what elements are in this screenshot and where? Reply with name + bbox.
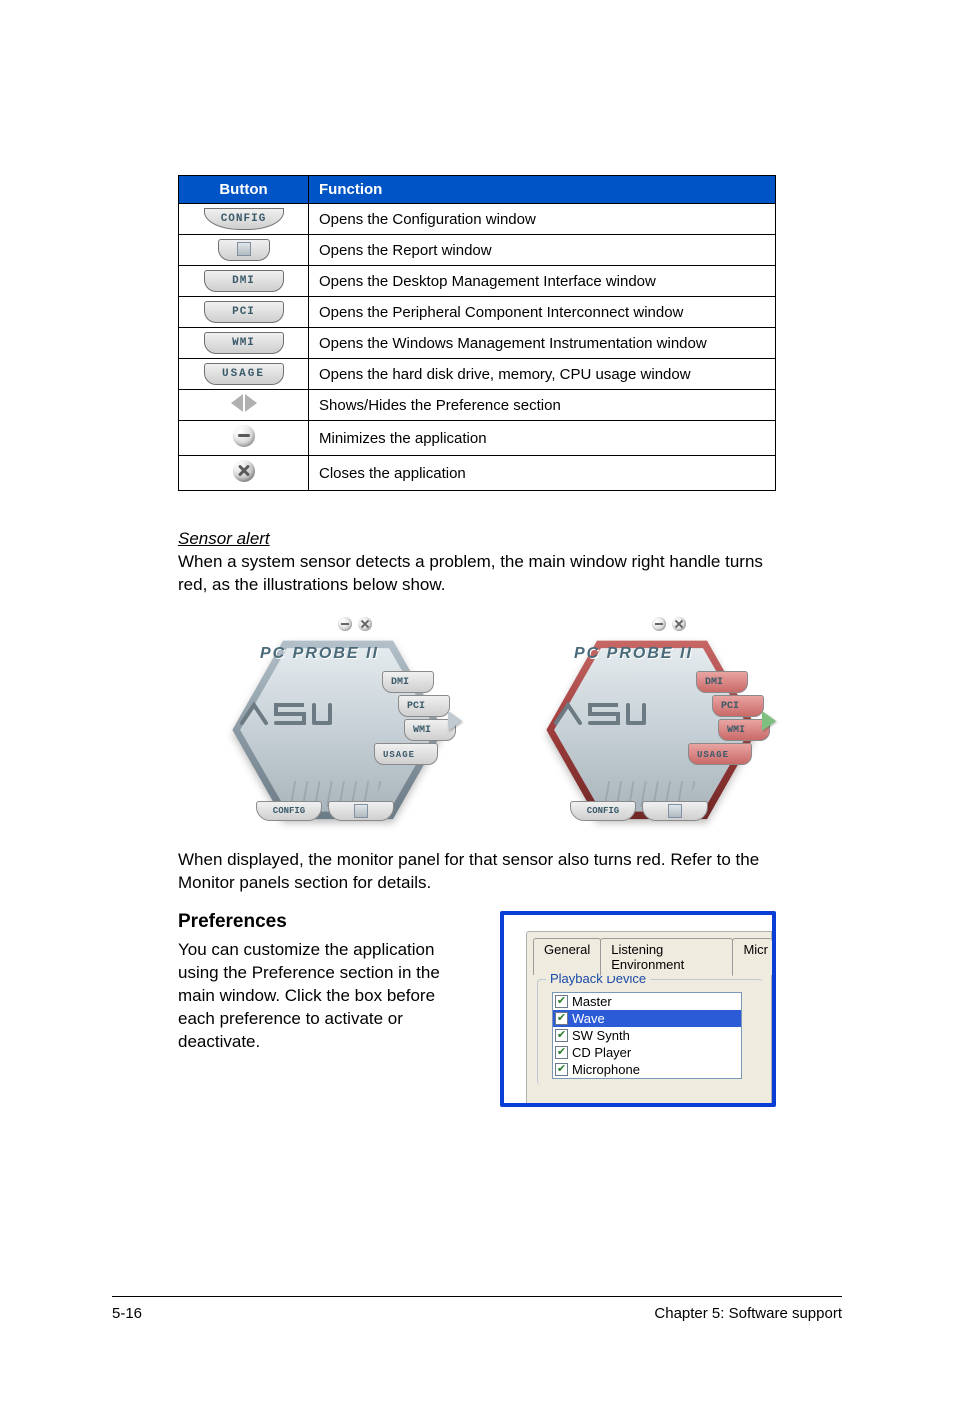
table-row: Closes the application xyxy=(179,456,776,491)
close-icon xyxy=(233,460,255,482)
desc: Opens the hard disk drive, memory, CPU u… xyxy=(309,359,776,390)
item-label: Wave xyxy=(572,1011,605,1026)
dmi-tab: DMI xyxy=(696,671,748,693)
triangle-left-icon xyxy=(231,394,243,412)
playback-device-group: Playback Device ✔ Master ✔ Wave ✔ SW Syn xyxy=(537,979,763,1085)
minimize-icon xyxy=(652,617,666,631)
sensor-alert-text: When a system sensor detects a problem, … xyxy=(178,551,776,597)
desc: Shows/Hides the Preference section xyxy=(309,390,776,421)
close-icon xyxy=(358,617,372,631)
list-item[interactable]: ✔ Microphone xyxy=(553,1061,741,1078)
minimize-icon xyxy=(233,425,255,447)
list-item[interactable]: ✔ Wave xyxy=(553,1010,741,1027)
table-row: WMI Opens the Windows Management Instrum… xyxy=(179,328,776,359)
usage-tab: USAGE xyxy=(374,743,438,765)
preferences-window: General Listening Environment Micr Playb… xyxy=(500,911,776,1107)
chapter-title: Chapter 5: Software support xyxy=(654,1305,842,1322)
col-function: Function xyxy=(309,176,776,204)
item-label: CD Player xyxy=(572,1045,631,1060)
report-button-icon xyxy=(218,239,270,261)
tab-strip: General Listening Environment Micr xyxy=(533,938,771,975)
wmi-button-icon: WMI xyxy=(204,332,284,354)
desc: Opens the Desktop Management Interface w… xyxy=(309,266,776,297)
expand-handle-icon xyxy=(762,711,776,731)
checkbox-icon[interactable]: ✔ xyxy=(555,1046,568,1059)
expand-collapse-icon xyxy=(231,394,257,412)
desc: Opens the Configuration window xyxy=(309,204,776,235)
desc: Closes the application xyxy=(309,456,776,491)
tab-general[interactable]: General xyxy=(533,938,601,975)
app-brand: PC PROBE II xyxy=(260,645,379,663)
minimize-icon xyxy=(338,617,352,631)
table-header-row: Button Function xyxy=(179,176,776,204)
table-row: USAGE Opens the hard disk drive, memory,… xyxy=(179,359,776,390)
function-table: Button Function CONFIG Opens the Configu… xyxy=(178,175,776,491)
checkbox-icon[interactable]: ✔ xyxy=(555,1029,568,1042)
sensor-alert-heading: Sensor alert xyxy=(178,529,776,549)
report-tab xyxy=(642,801,708,821)
checkbox-icon[interactable]: ✔ xyxy=(555,1063,568,1076)
list-item[interactable]: ✔ Master xyxy=(553,993,741,1010)
desc: Opens the Report window xyxy=(309,235,776,266)
tab-listening-environment[interactable]: Listening Environment xyxy=(600,938,733,976)
pcprobe-window-alert: PC PROBE II DMI PCI WMI USAGE CONFIG xyxy=(522,615,776,835)
list-item[interactable]: ✔ CD Player xyxy=(553,1044,741,1061)
table-row: Minimizes the application xyxy=(179,421,776,456)
desc: Opens the Peripheral Component Interconn… xyxy=(309,297,776,328)
desc: Minimizes the application xyxy=(309,421,776,456)
config-tab: CONFIG xyxy=(570,801,636,821)
asus-logo-icon xyxy=(550,695,650,731)
usage-button-icon: USAGE xyxy=(204,363,284,385)
report-tab xyxy=(328,801,394,821)
pcprobe-window-normal: PC PROBE II DMI PCI WMI USAGE CONFIG xyxy=(208,615,462,835)
preferences-text: You can customize the application using … xyxy=(178,939,474,1054)
item-label: Master xyxy=(572,994,612,1009)
sensor-illustrations: PC PROBE II DMI PCI WMI USAGE CONFIG xyxy=(208,615,776,835)
tab-microphone[interactable]: Micr xyxy=(732,938,772,975)
dmi-button-icon: DMI xyxy=(204,270,284,292)
expand-handle-icon xyxy=(448,711,462,731)
pci-tab: PCI xyxy=(712,695,764,717)
list-item[interactable]: ✔ SW Synth xyxy=(553,1027,741,1044)
checkbox-icon[interactable]: ✔ xyxy=(555,1012,568,1025)
page-icon xyxy=(237,242,251,256)
item-label: SW Synth xyxy=(572,1028,630,1043)
asus-logo-icon xyxy=(236,695,336,731)
usage-tab: USAGE xyxy=(688,743,752,765)
dmi-tab: DMI xyxy=(382,671,434,693)
page-footer: 5-16 Chapter 5: Software support xyxy=(112,1296,842,1322)
app-brand: PC PROBE II xyxy=(574,645,693,663)
desc: Opens the Windows Management Instrumenta… xyxy=(309,328,776,359)
preferences-heading: Preferences xyxy=(178,911,474,933)
col-button: Button xyxy=(179,176,309,204)
table-row: CONFIG Opens the Configuration window xyxy=(179,204,776,235)
close-icon xyxy=(672,617,686,631)
table-row: Opens the Report window xyxy=(179,235,776,266)
config-tab: CONFIG xyxy=(256,801,322,821)
table-row: DMI Opens the Desktop Management Interfa… xyxy=(179,266,776,297)
triangle-right-icon xyxy=(245,394,257,412)
config-button-icon: CONFIG xyxy=(204,208,284,230)
checkbox-icon[interactable]: ✔ xyxy=(555,995,568,1008)
item-label: Microphone xyxy=(572,1062,640,1077)
page-number: 5-16 xyxy=(112,1305,142,1322)
table-row: Shows/Hides the Preference section xyxy=(179,390,776,421)
playback-device-list[interactable]: ✔ Master ✔ Wave ✔ SW Synth ✔ xyxy=(552,992,742,1079)
table-row: PCI Opens the Peripheral Component Inter… xyxy=(179,297,776,328)
pci-tab: PCI xyxy=(398,695,450,717)
pci-button-icon: PCI xyxy=(204,301,284,323)
sensor-after-text: When displayed, the monitor panel for th… xyxy=(178,849,776,895)
